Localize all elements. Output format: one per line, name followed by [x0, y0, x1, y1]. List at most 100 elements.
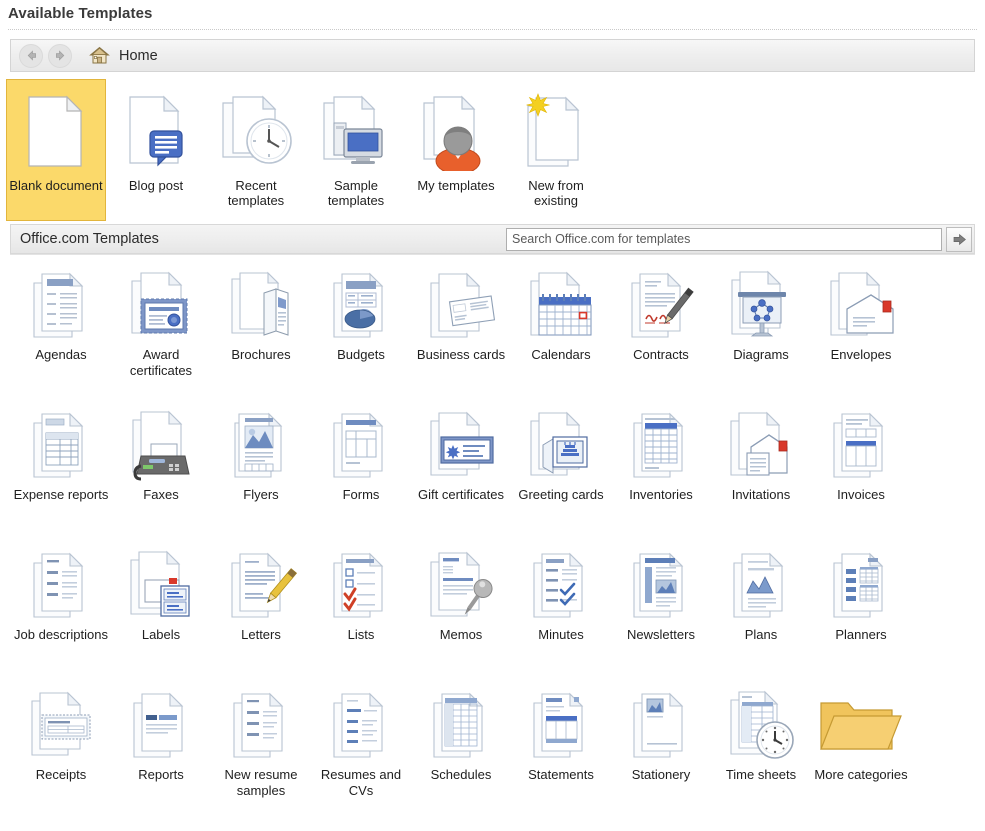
resumes-and-cvs-icon — [326, 686, 396, 766]
category-labels[interactable]: Labels — [111, 540, 211, 680]
envelopes-icon — [823, 266, 899, 346]
category-stationery[interactable]: Stationery — [611, 680, 711, 820]
template-tile-label: My templates — [417, 178, 495, 193]
category-label: Plans — [744, 627, 778, 642]
category-business-cards[interactable]: Business cards — [411, 260, 511, 400]
schedules-icon — [426, 686, 496, 766]
search-input[interactable] — [506, 227, 942, 251]
category-lists[interactable]: Lists — [311, 540, 411, 680]
navigation-bar: Home — [10, 39, 975, 72]
category-inventories[interactable]: Inventories — [611, 400, 711, 540]
template-tile-sample-templates[interactable]: Sample templates — [306, 79, 406, 221]
category-calendars[interactable]: Calendars — [511, 260, 611, 400]
category-label: Lists — [347, 627, 375, 642]
inventories-icon — [626, 406, 696, 486]
office-com-templates-bar: Office.com Templates — [10, 224, 975, 254]
recent-templates-icon — [217, 89, 295, 175]
category-contracts[interactable]: Contracts — [611, 260, 711, 400]
category-agendas[interactable]: Agendas — [11, 260, 111, 400]
category-label: Resumes and CVs — [320, 767, 402, 798]
category-job-descriptions[interactable]: Job descriptions — [11, 540, 111, 680]
category-label: Award certificates — [129, 347, 193, 378]
template-tile-new-from-existing[interactable]: New from existing — [506, 79, 606, 221]
category-budgets[interactable]: Budgets — [311, 260, 411, 400]
category-receipts[interactable]: Receipts — [11, 680, 111, 820]
sample-templates-icon — [318, 89, 394, 175]
category-label: Invoices — [837, 487, 885, 502]
category-diagrams[interactable]: Diagrams — [711, 260, 811, 400]
budgets-icon — [326, 266, 396, 346]
contracts-icon — [624, 266, 698, 346]
newsletters-icon — [626, 546, 696, 626]
category-label: Job descriptions — [14, 627, 108, 642]
category-label: Brochures — [231, 347, 291, 362]
forms-icon — [326, 406, 396, 486]
lists-icon — [326, 546, 396, 626]
category-brochures[interactable]: Brochures — [211, 260, 311, 400]
category-statements[interactable]: Statements — [511, 680, 611, 820]
new-resume-samples-icon — [226, 686, 296, 766]
category-invoices[interactable]: Invoices — [811, 400, 911, 540]
category-label: Business cards — [416, 347, 506, 362]
category-label: Newsletters — [627, 627, 695, 642]
category-expense-reports[interactable]: Expense reports — [11, 400, 111, 540]
back-button[interactable] — [19, 43, 43, 68]
category-award-certificates[interactable]: Award certificates — [111, 260, 211, 400]
business-cards-icon — [423, 266, 499, 346]
forward-button[interactable] — [48, 43, 72, 68]
category-faxes[interactable]: Faxes — [111, 400, 211, 540]
gift-certificates-icon — [423, 406, 499, 486]
category-label: Diagrams — [733, 347, 789, 362]
brochures-icon — [224, 266, 298, 346]
category-flyers[interactable]: Flyers — [211, 400, 311, 540]
category-time-sheets[interactable]: Time sheets — [711, 680, 811, 820]
category-reports[interactable]: Reports — [111, 680, 211, 820]
template-tile-my-templates[interactable]: My templates — [406, 79, 506, 221]
home-icon — [89, 46, 110, 64]
template-tile-recent-templates[interactable]: Recent templates — [206, 79, 306, 221]
faxes-icon — [123, 406, 199, 486]
category-label: Expense reports — [13, 487, 109, 502]
category-letters[interactable]: Letters — [211, 540, 311, 680]
template-tile-blank-document[interactable]: Blank document — [6, 79, 106, 221]
category-label: Planners — [835, 627, 887, 642]
template-tile-label: Blog post — [128, 178, 184, 193]
template-category-grid: Agendas Award certificates Brochures Bud… — [11, 260, 985, 820]
title-divider — [8, 29, 977, 30]
category-label: Forms — [342, 487, 380, 502]
category-label: Reports — [138, 767, 184, 782]
template-tile-blog-post[interactable]: Blog post — [106, 79, 206, 221]
new-from-existing-icon — [520, 89, 592, 175]
category-greeting-cards[interactable]: Greeting cards — [511, 400, 611, 540]
category-label: Agendas — [35, 347, 87, 362]
template-tile-label: New from existing — [528, 178, 584, 208]
statements-icon — [526, 686, 596, 766]
category-newsletters[interactable]: Newsletters — [611, 540, 711, 680]
category-invitations[interactable]: Invitations — [711, 400, 811, 540]
category-plans[interactable]: Plans — [711, 540, 811, 680]
agendas-icon — [26, 266, 96, 346]
category-envelopes[interactable]: Envelopes — [811, 260, 911, 400]
labels-icon — [123, 546, 199, 626]
more-categories-folder-icon — [818, 686, 904, 766]
page-title: Available Templates — [8, 5, 153, 22]
category-schedules[interactable]: Schedules — [411, 680, 511, 820]
category-label: Invitations — [731, 487, 791, 502]
category-more-categories[interactable]: More categories — [811, 680, 911, 820]
flyers-icon — [225, 406, 297, 486]
category-memos[interactable]: Memos — [411, 540, 511, 680]
category-planners[interactable]: Planners — [811, 540, 911, 680]
category-label: Envelopes — [830, 347, 892, 362]
category-label: Faxes — [143, 487, 179, 502]
greeting-cards-icon — [523, 406, 599, 486]
category-forms[interactable]: Forms — [311, 400, 411, 540]
planners-icon — [826, 546, 896, 626]
office-bar-divider — [10, 254, 975, 255]
category-resumes-and-cvs[interactable]: Resumes and CVs — [311, 680, 411, 820]
calendars-icon — [523, 266, 599, 346]
stationery-icon — [626, 686, 696, 766]
category-new-resume-samples[interactable]: New resume samples — [211, 680, 311, 820]
category-gift-certificates[interactable]: Gift certificates — [411, 400, 511, 540]
category-minutes[interactable]: Minutes — [511, 540, 611, 680]
search-submit-button[interactable] — [946, 226, 972, 252]
